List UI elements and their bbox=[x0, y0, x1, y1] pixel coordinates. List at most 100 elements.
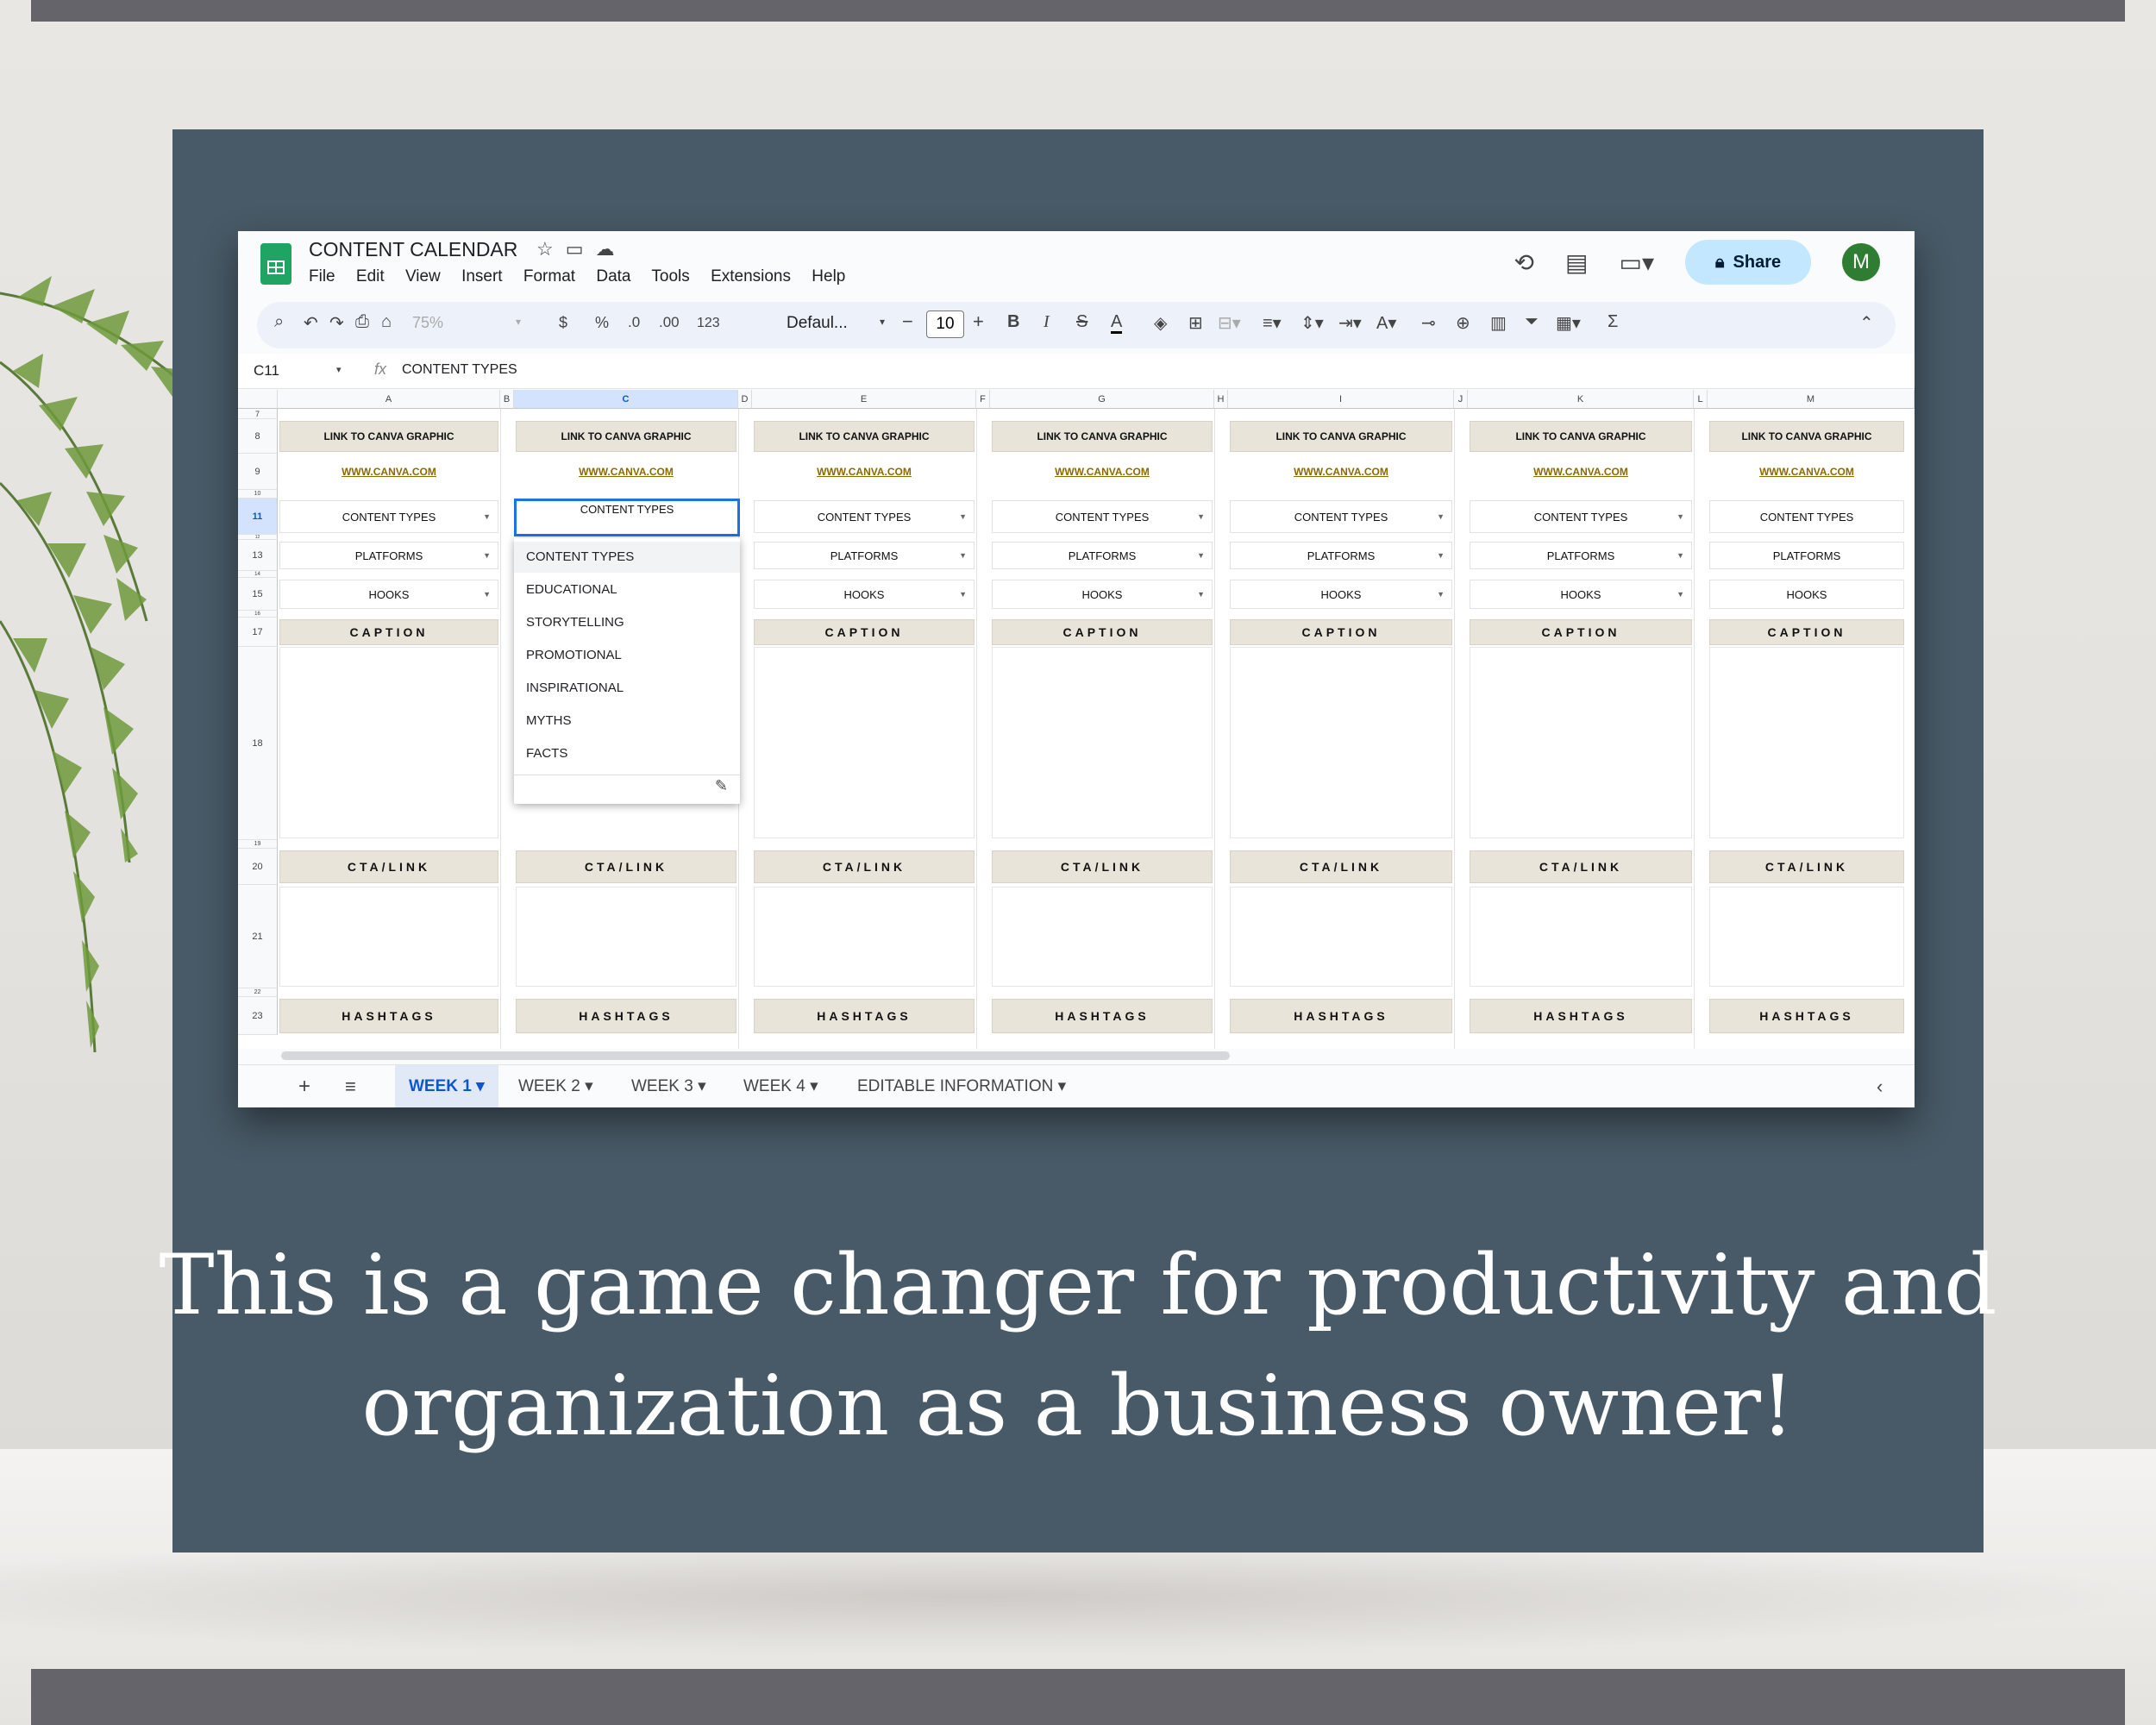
content-types-dropdown-cell[interactable]: CONTENT TYPES ▼ bbox=[1470, 500, 1692, 533]
edit-pencil-icon[interactable]: ✎ bbox=[715, 777, 728, 795]
cta-header-cell[interactable]: CTA/LINK bbox=[279, 850, 498, 883]
dropdown-arrow-icon[interactable]: ▼ bbox=[1677, 551, 1684, 560]
insert-chart-icon[interactable]: ▥ bbox=[1490, 312, 1507, 334]
canva-link[interactable]: WWW.CANVA.COM bbox=[1759, 466, 1854, 478]
cell-grid[interactable]: A B C D E F G H I J K L M 7 8 9 10 11 12… bbox=[238, 390, 1915, 1049]
caption-body-cell[interactable] bbox=[992, 647, 1213, 838]
meet-video-icon[interactable]: ▭▾ bbox=[1619, 248, 1654, 277]
collapse-toolbar-icon[interactable]: ⌃ bbox=[1859, 312, 1874, 334]
decrease-decimal-button[interactable]: .0 bbox=[628, 314, 640, 331]
functions-icon[interactable]: Σ bbox=[1608, 312, 1618, 332]
column-header-k[interactable]: K bbox=[1468, 390, 1694, 409]
column-header-f[interactable]: F bbox=[976, 390, 990, 409]
hooks-dropdown-cell[interactable]: HOOKS ▼ bbox=[279, 580, 498, 609]
paint-format-icon[interactable]: ⌂ bbox=[381, 312, 392, 332]
hashtags-header-cell[interactable]: HASHTAGS bbox=[1230, 999, 1452, 1033]
text-color-icon[interactable]: A bbox=[1111, 312, 1123, 334]
link-header-cell[interactable]: LINK TO CANVA GRAPHIC bbox=[1470, 421, 1692, 452]
cta-body-cell[interactable] bbox=[1709, 887, 1904, 987]
horizontal-align-icon[interactable]: ≡▾ bbox=[1263, 312, 1282, 334]
platforms-dropdown-cell[interactable]: PLATFORMS ▼ bbox=[279, 542, 498, 569]
link-header-cell[interactable]: LINK TO CANVA GRAPHIC bbox=[754, 421, 975, 452]
zoom-chevron-icon[interactable]: ▾ bbox=[516, 316, 521, 328]
dropdown-arrow-icon[interactable]: ▼ bbox=[959, 512, 967, 521]
row-header-10[interactable]: 10 bbox=[238, 490, 278, 499]
print-icon[interactable]: ⎙ bbox=[355, 312, 369, 332]
canva-link[interactable]: WWW.CANVA.COM bbox=[579, 466, 674, 478]
menu-format[interactable]: Format bbox=[523, 267, 575, 285]
caption-body-cell[interactable] bbox=[754, 647, 975, 838]
menu-data[interactable]: Data bbox=[596, 267, 630, 285]
tab-week-3[interactable]: WEEK 3 ▾ bbox=[631, 1065, 706, 1107]
move-folder-icon[interactable]: ▭ bbox=[566, 238, 596, 260]
dropdown-option-content-types[interactable]: CONTENT TYPES bbox=[514, 542, 740, 573]
row-header-19[interactable]: 19 bbox=[238, 840, 278, 849]
canva-link[interactable]: WWW.CANVA.COM bbox=[817, 466, 912, 478]
menu-insert[interactable]: Insert bbox=[461, 267, 503, 285]
search-menus-icon[interactable]: ⌕ bbox=[274, 312, 284, 332]
tab-week-1[interactable]: WEEK 1 ▾ bbox=[395, 1065, 498, 1107]
row-header-13[interactable]: 13 bbox=[238, 540, 278, 571]
dropdown-arrow-icon[interactable]: ▼ bbox=[1437, 590, 1445, 599]
tab-week-2[interactable]: WEEK 2 ▾ bbox=[518, 1065, 593, 1107]
insert-comment-icon[interactable]: ⊕ bbox=[1456, 312, 1470, 334]
caption-body-cell[interactable] bbox=[1709, 647, 1904, 838]
caption-body-cell[interactable] bbox=[1470, 647, 1692, 838]
caption-body-cell[interactable] bbox=[1230, 647, 1452, 838]
strikethrough-icon[interactable]: S bbox=[1076, 312, 1087, 332]
menu-view[interactable]: View bbox=[405, 267, 441, 285]
cta-body-cell[interactable] bbox=[1470, 887, 1692, 987]
cta-body-cell[interactable] bbox=[516, 887, 736, 987]
row-header-21[interactable]: 21 bbox=[238, 885, 278, 988]
column-header-g[interactable]: G bbox=[990, 390, 1214, 409]
dropdown-option-educational[interactable]: EDUCATIONAL bbox=[514, 574, 740, 605]
text-wrapping-icon[interactable]: ⇥▾ bbox=[1338, 312, 1362, 334]
hashtags-header-cell[interactable]: HASHTAGS bbox=[992, 999, 1213, 1033]
increase-font-size-icon[interactable]: + bbox=[973, 310, 984, 333]
url-cell[interactable]: WWW.CANVA.COM bbox=[754, 455, 975, 488]
increase-decimal-button[interactable]: .00 bbox=[659, 314, 680, 331]
font-size-input[interactable]: 10 bbox=[926, 310, 964, 338]
cta-header-cell[interactable]: CTA/LINK bbox=[1230, 850, 1452, 883]
comments-icon[interactable]: ▤ bbox=[1565, 248, 1588, 277]
caption-header-cell[interactable]: CAPTION bbox=[1470, 619, 1692, 645]
dropdown-arrow-icon[interactable]: ▼ bbox=[483, 551, 491, 560]
menu-edit[interactable]: Edit bbox=[356, 267, 385, 285]
platforms-dropdown-cell[interactable]: PLATFORMS ▼ bbox=[754, 542, 975, 569]
share-button[interactable]: 🔒︎ Share bbox=[1685, 240, 1811, 285]
row-header-17[interactable]: 17 bbox=[238, 618, 278, 647]
row-header-22[interactable]: 22 bbox=[238, 988, 278, 997]
menu-extensions[interactable]: Extensions bbox=[711, 267, 791, 285]
row-header-18[interactable]: 18 bbox=[238, 647, 278, 840]
dropdown-arrow-icon[interactable]: ▼ bbox=[1437, 512, 1445, 521]
dropdown-arrow-icon[interactable]: ▼ bbox=[959, 551, 967, 560]
column-header-d[interactable]: D bbox=[738, 390, 752, 409]
document-title[interactable]: CONTENT CALENDAR bbox=[309, 238, 517, 261]
menu-file[interactable]: File bbox=[309, 267, 335, 285]
dropdown-option-storytelling[interactable]: STORYTELLING bbox=[514, 607, 740, 638]
caption-body-cell[interactable] bbox=[279, 647, 498, 838]
dropdown-arrow-icon[interactable]: ▼ bbox=[1197, 512, 1205, 521]
row-header-8[interactable]: 8 bbox=[238, 419, 278, 454]
content-types-dropdown-cell[interactable]: CONTENT TYPES ▼ bbox=[1230, 500, 1452, 533]
scroll-tabs-left-icon[interactable]: ‹ bbox=[1877, 1065, 1883, 1107]
menu-help[interactable]: Help bbox=[812, 267, 845, 285]
merge-cells-icon[interactable]: ⊟▾ bbox=[1218, 312, 1241, 334]
dropdown-arrow-icon[interactable]: ▼ bbox=[1677, 590, 1684, 599]
bold-icon[interactable]: B bbox=[1007, 312, 1019, 332]
column-header-c[interactable]: C bbox=[514, 390, 738, 409]
link-header-cell[interactable]: LINK TO CANVA GRAPHIC bbox=[516, 421, 736, 452]
cta-header-cell[interactable]: CTA/LINK bbox=[754, 850, 975, 883]
cta-header-cell[interactable]: CTA/LINK bbox=[1470, 850, 1692, 883]
canva-link[interactable]: WWW.CANVA.COM bbox=[1055, 466, 1150, 478]
percent-format-button[interactable]: % bbox=[595, 314, 609, 332]
url-cell[interactable]: WWW.CANVA.COM bbox=[1230, 455, 1452, 488]
platforms-dropdown-cell[interactable]: PLATFORMS bbox=[1709, 542, 1904, 569]
cta-header-cell[interactable]: CTA/LINK bbox=[992, 850, 1213, 883]
row-header-7[interactable]: 7 bbox=[238, 409, 278, 419]
caption-header-cell[interactable]: CAPTION bbox=[1230, 619, 1452, 645]
url-cell[interactable]: WWW.CANVA.COM bbox=[516, 455, 736, 488]
dropdown-arrow-icon[interactable]: ▼ bbox=[1437, 551, 1445, 560]
link-header-cell[interactable]: LINK TO CANVA GRAPHIC bbox=[279, 421, 498, 452]
version-history-icon[interactable]: ⟲ bbox=[1514, 248, 1534, 277]
